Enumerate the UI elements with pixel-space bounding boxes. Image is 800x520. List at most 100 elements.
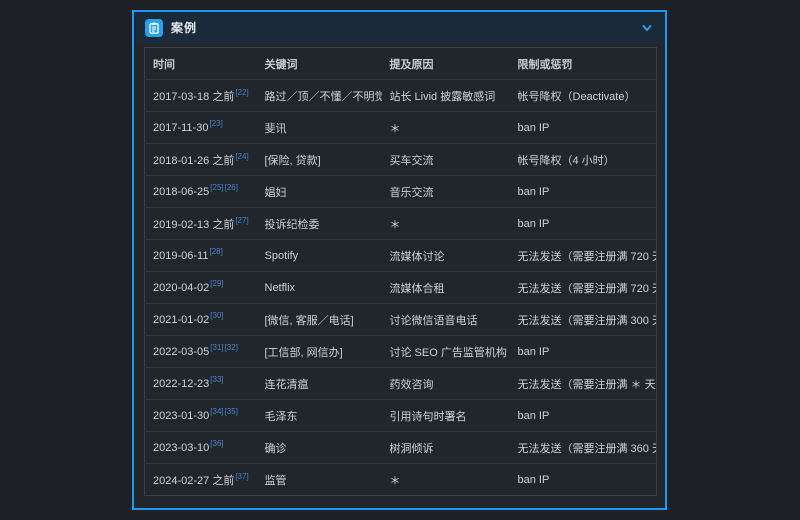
page-background: 案例 时间 关键词 提及原因 限制或惩罚 [0,0,800,520]
time-text: 2019-06-11 [153,250,208,262]
table-row: 2017-11-30[23]斐讯＊ban IP [145,112,657,144]
time-text: 2021-01-02 [153,314,209,326]
table-row: 2023-03-10[36]确诊树洞倾诉无法发送（需要注册满 360 天） [145,432,657,464]
cell-penalty: ban IP [510,464,657,496]
citation-link[interactable]: [26] [225,183,238,192]
table-row: 2024-02-27 之前[37]监管＊ban IP [145,464,657,496]
cell-reason: 站长 Livid 披露敏感词 [382,80,510,112]
table-row: 2020-04-02[29]Netflix流媒体合租无法发送（需要注册满 720… [145,272,657,304]
cell-keyword: 监管 [257,464,382,496]
time-text: 2018-06-25 [153,186,209,198]
cell-penalty: 帐号降权（Deactivate） [510,80,657,112]
cell-reason: 讨论 SEO 广告监管机构 [382,336,510,368]
cell-reason: 药效咨询 [382,368,510,400]
cell-penalty: 帐号降权（4 小时） [510,144,657,176]
citation-link[interactable]: [35] [225,407,238,416]
table-row: 2022-03-05[31][32][工信部, 网信办]讨论 SEO 广告监管机… [145,336,657,368]
table-row: 2021-01-02[30][微信, 客服／电话]讨论微信语音电话无法发送（需要… [145,304,657,336]
citation-link[interactable]: [36] [210,439,223,448]
cell-keyword: 投诉纪检委 [257,208,382,240]
cell-reason: ＊ [382,464,510,496]
citation-link[interactable]: [22] [235,88,248,97]
panel-title: 案例 [171,19,197,36]
table-row: 2023-01-30[34][35]毛泽东引用诗句时署名ban IP [145,400,657,432]
citation-link[interactable]: [28] [209,247,222,256]
cell-penalty: 无法发送（需要注册满 720 天） [510,240,657,272]
cell-keyword: [工信部, 网信办] [257,336,382,368]
cell-penalty: ban IP [510,400,657,432]
cell-keyword: 斐讯 [257,112,382,144]
cell-time: 2018-01-26 之前[24] [145,144,257,176]
cell-keyword: Spotify [257,240,382,272]
chevron-down-icon[interactable] [640,21,654,35]
cell-time: 2024-02-27 之前[37] [145,464,257,496]
time-text: 2024-02-27 之前 [153,475,234,487]
cell-time: 2023-01-30[34][35] [145,400,257,432]
cell-time: 2019-06-11[28] [145,240,257,272]
cell-time: 2018-06-25[25][26] [145,176,257,208]
citation-link[interactable]: [31] [210,343,223,352]
cell-penalty: 无法发送（需要注册满 300 天） [510,304,657,336]
cell-time: 2019-02-13 之前[27] [145,208,257,240]
cell-penalty: ban IP [510,176,657,208]
cell-time: 2017-03-18 之前[22] [145,80,257,112]
time-text: 2017-03-18 之前 [153,91,234,103]
column-header-time: 时间 [145,48,257,80]
citation-link[interactable]: [30] [210,311,223,320]
clipboard-icon [145,19,163,37]
citation-link[interactable]: [27] [235,216,248,225]
cell-penalty: 无法发送（需要注册满 720 天） [510,272,657,304]
time-text: 2020-04-02 [153,282,209,294]
cell-reason: 引用诗句时署名 [382,400,510,432]
cell-keyword: [微信, 客服／电话] [257,304,382,336]
cell-reason: 讨论微信语音电话 [382,304,510,336]
cell-penalty: ban IP [510,208,657,240]
table-row: 2018-06-25[25][26]娼妇音乐交流ban IP [145,176,657,208]
table-body: 2017-03-18 之前[22]路过／顶／不懂／不明觉厉站长 Livid 披露… [145,80,657,496]
cell-penalty: ban IP [510,112,657,144]
cases-panel-header[interactable]: 案例 [134,12,665,43]
citation-link[interactable]: [33] [210,375,223,384]
table-row: 2019-06-11[28]Spotify流媒体讨论无法发送（需要注册满 720… [145,240,657,272]
citation-link[interactable]: [37] [235,472,248,481]
cell-time: 2023-03-10[36] [145,432,257,464]
time-text: 2018-01-26 之前 [153,155,234,167]
cell-time: 2021-01-02[30] [145,304,257,336]
citation-link[interactable]: [24] [235,152,248,161]
column-header-reason: 提及原因 [382,48,510,80]
time-text: 2023-01-30 [153,410,209,422]
time-text: 2022-03-05 [153,346,209,358]
cell-time: 2020-04-02[29] [145,272,257,304]
cell-keyword: 毛泽东 [257,400,382,432]
cell-time: 2022-12-23[33] [145,368,257,400]
table-header-row: 时间 关键词 提及原因 限制或惩罚 [145,48,657,80]
table-row: 2017-03-18 之前[22]路过／顶／不懂／不明觉厉站长 Livid 披露… [145,80,657,112]
cell-time: 2022-03-05[31][32] [145,336,257,368]
cases-table: 时间 关键词 提及原因 限制或惩罚 2017-03-18 之前[22]路过／顶／… [144,47,657,496]
citation-link[interactable]: [34] [210,407,223,416]
citation-link[interactable]: [25] [210,183,223,192]
cases-panel: 案例 时间 关键词 提及原因 限制或惩罚 [132,10,667,510]
time-text: 2019-02-13 之前 [153,219,234,231]
cell-keyword: 连花清瘟 [257,368,382,400]
column-header-keyword: 关键词 [257,48,382,80]
cell-reason: 流媒体讨论 [382,240,510,272]
cell-reason: 流媒体合租 [382,272,510,304]
table-row: 2018-01-26 之前[24][保险, 贷款]买车交流帐号降权（4 小时） [145,144,657,176]
time-text: 2023-03-10 [153,442,209,454]
table-row: 2019-02-13 之前[27]投诉纪检委＊ban IP [145,208,657,240]
cell-keyword: 路过／顶／不懂／不明觉厉 [257,80,382,112]
citation-link[interactable]: [29] [210,279,223,288]
cases-panel-body: 时间 关键词 提及原因 限制或惩罚 2017-03-18 之前[22]路过／顶／… [134,43,665,508]
time-text: 2017-11-30 [153,122,208,134]
cell-penalty: ban IP [510,336,657,368]
citation-link[interactable]: [23] [209,119,222,128]
cell-reason: 音乐交流 [382,176,510,208]
cell-keyword: Netflix [257,272,382,304]
cell-reason: ＊ [382,208,510,240]
cell-reason: 买车交流 [382,144,510,176]
table-row: 2022-12-23[33]连花清瘟药效咨询无法发送（需要注册满 ＊ 天） [145,368,657,400]
cell-time: 2017-11-30[23] [145,112,257,144]
citation-link[interactable]: [32] [225,343,238,352]
column-header-penalty: 限制或惩罚 [510,48,657,80]
